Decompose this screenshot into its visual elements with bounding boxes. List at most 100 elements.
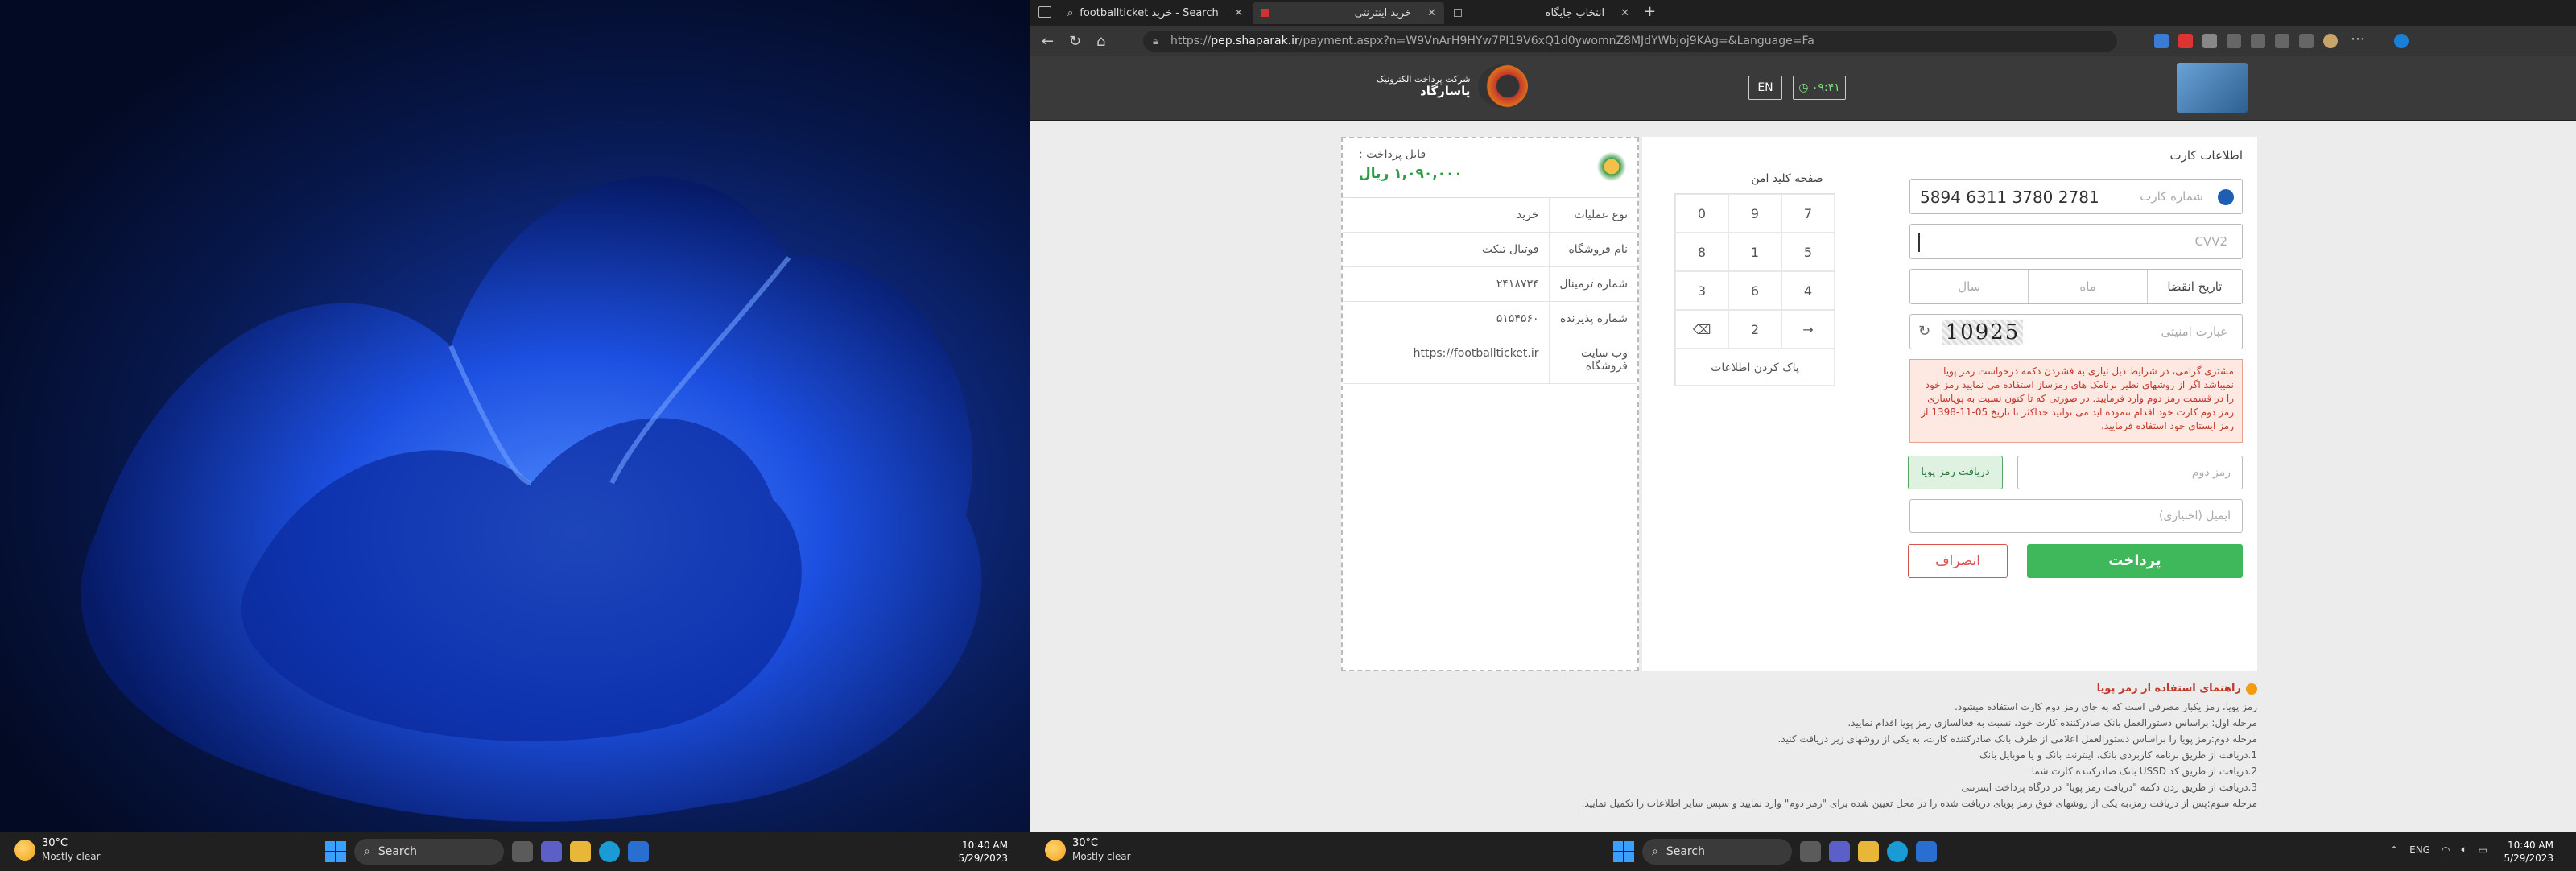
weather-desc: Mostly clear xyxy=(42,851,101,862)
battery-icon[interactable]: ▭ xyxy=(2479,844,2487,856)
start-icon[interactable] xyxy=(325,841,346,862)
keypad-key[interactable]: 5 xyxy=(1781,233,1835,271)
chevron-up-icon[interactable]: ⌃ xyxy=(2390,844,2398,856)
extension-icon[interactable] xyxy=(2178,34,2193,48)
task-view-icon[interactable] xyxy=(1800,841,1821,862)
edge-icon[interactable] xyxy=(1887,841,1908,862)
tab-search[interactable]: ⌕ footballticket خرید - Search ✕ xyxy=(1059,2,1251,24)
tab-actions-icon[interactable] xyxy=(1038,6,1051,18)
guide-title: راهنمای استفاده از رمز پویا xyxy=(2096,683,2241,695)
row-label: شماره پذیرنده xyxy=(1548,301,1637,336)
teams-icon[interactable] xyxy=(541,841,562,862)
keypad-key[interactable]: 0 xyxy=(1675,194,1728,233)
keypad-key[interactable]: 6 xyxy=(1728,271,1781,310)
pay-button[interactable]: پرداخت xyxy=(2027,544,2243,578)
copilot-icon[interactable] xyxy=(2394,34,2409,48)
moon-icon xyxy=(1045,840,1066,861)
file-explorer-icon[interactable] xyxy=(570,841,591,862)
keypad-enter-key[interactable]: → xyxy=(1781,310,1835,349)
back-icon[interactable]: ← xyxy=(1042,33,1054,50)
tab-title: footballticket خرید - Search xyxy=(1080,6,1219,19)
favicon-icon xyxy=(1261,9,1269,17)
volume-icon[interactable]: 🔈︎ xyxy=(2461,844,2467,856)
card-number-value: 5894 6311 3780 2781 xyxy=(1920,188,2099,207)
file-explorer-icon[interactable] xyxy=(1858,841,1879,862)
keypad-key[interactable]: 2 xyxy=(1728,310,1781,349)
keypad-key[interactable]: 7 xyxy=(1781,194,1835,233)
tab-seat-selection[interactable]: انتخاب جایگاه ✕ xyxy=(1446,2,1637,24)
lock-icon: 🔒︎ xyxy=(1153,35,1158,47)
card-info-form: اطلاعات کارت شماره کارت 5894 6311 3780 2… xyxy=(1642,137,2257,671)
store-icon[interactable] xyxy=(628,841,649,862)
language-indicator[interactable]: ENG xyxy=(2409,844,2430,856)
url-host: pep.shaparak.ir xyxy=(1211,35,1299,47)
row-value: خرید xyxy=(1343,198,1549,233)
refresh-captcha-icon[interactable]: ↻ xyxy=(1918,323,1930,340)
teams-icon[interactable] xyxy=(1829,841,1850,862)
clock-date: 5/29/2023 xyxy=(958,852,1008,864)
right-monitor: ⌕ footballticket خرید - Search ✕ خرید ای… xyxy=(1030,0,2576,871)
collections-icon[interactable] xyxy=(2275,34,2289,48)
keypad-key[interactable]: 4 xyxy=(1781,271,1835,310)
email-input[interactable]: ایمیل (اختیاری) xyxy=(1909,499,2243,533)
wifi-icon[interactable]: ◠ xyxy=(2442,844,2450,856)
expiry-month-input[interactable]: ماه xyxy=(2028,270,2146,303)
search-icon: ⌕ xyxy=(1652,845,1658,858)
psp-logo: شرکت پرداخت الکترونیک پاسارگاد xyxy=(1377,64,1529,108)
captcha-input[interactable]: عبارت امنیتی 10925 ↻ xyxy=(1909,314,2243,349)
close-icon[interactable]: ✕ xyxy=(1427,7,1436,19)
keypad-key[interactable]: 3 xyxy=(1675,271,1728,310)
taskbar-clock[interactable]: 10:40 AM 5/29/2023 xyxy=(958,839,1008,865)
new-tab-icon[interactable]: + xyxy=(1644,3,1656,20)
page-banner: شرکت پرداخت الکترونیک پاسارگاد EN ◷ ۰۹:۴… xyxy=(1030,56,2576,121)
expiry-year-input[interactable]: سال xyxy=(1910,270,2028,303)
close-icon[interactable]: ✕ xyxy=(1234,7,1243,19)
language-en-button[interactable]: EN xyxy=(1748,76,1782,100)
edge-icon[interactable] xyxy=(599,841,620,862)
card-number-input[interactable]: شماره کارت 5894 6311 3780 2781 xyxy=(1909,179,2243,214)
keypad-key[interactable]: 1 xyxy=(1728,233,1781,271)
search-label: Search xyxy=(1666,845,1705,858)
home-icon[interactable]: ⌂ xyxy=(1096,33,1105,50)
keypad-key[interactable]: 9 xyxy=(1728,194,1781,233)
keypad-clear-button[interactable]: پاک کردن اطلاعات xyxy=(1675,349,1835,386)
merchant-logo xyxy=(1596,148,1628,185)
refresh-icon[interactable]: ↻ xyxy=(1069,33,1081,50)
profile-avatar[interactable] xyxy=(2323,34,2338,48)
extensions-icon[interactable] xyxy=(2299,34,2314,48)
start-icon[interactable] xyxy=(1613,841,1634,862)
taskbar-search[interactable]: ⌕ Search xyxy=(354,839,504,865)
weather-temp: 30°C xyxy=(42,837,68,849)
cancel-button[interactable]: انصراف xyxy=(1908,544,2008,578)
request-dynamic-pin-button[interactable]: دریافت رمز پویا xyxy=(1908,456,2003,489)
weather-widget[interactable]: 30°C Mostly clear xyxy=(14,837,101,863)
store-icon[interactable] xyxy=(1916,841,1937,862)
more-icon[interactable]: ⋯ xyxy=(2351,31,2365,47)
taskbar-clock[interactable]: 10:40 AM 5/29/2023 xyxy=(2504,839,2553,865)
url-path: /payment.aspx?n=W9VnArH9HYw7PI19V6xQ1d0y… xyxy=(1298,35,1814,47)
favicon-icon xyxy=(1454,9,1462,17)
receipt-table: نوع عملیات خرید نام فروشگاه فوتبال تیکت شم… xyxy=(1343,198,1637,384)
shield-icon[interactable] xyxy=(2202,34,2217,48)
tab-internet-purchase[interactable]: خرید اینترنتی ✕ xyxy=(1253,2,1444,24)
keypad-key[interactable]: 8 xyxy=(1675,233,1728,271)
weather-widget[interactable]: 30°C Mostly clear xyxy=(1045,837,1131,863)
close-icon[interactable]: ✕ xyxy=(1620,7,1629,19)
payment-page: شرکت پرداخت الکترونیک پاسارگاد EN ◷ ۰۹:۴… xyxy=(1030,56,2576,832)
taskbar-search[interactable]: ⌕ Search xyxy=(1642,839,1792,865)
extension-icon[interactable] xyxy=(2227,34,2241,48)
task-view-icon[interactable] xyxy=(512,841,533,862)
row-value: ۲۴۱۸۷۳۴ xyxy=(1343,266,1549,302)
guide-line: 2.دریافت از طریق کد USSD بانک صادرکننده … xyxy=(2031,766,2257,777)
taskbar-center: ⌕ Search xyxy=(1613,839,1937,865)
favorites-icon[interactable] xyxy=(2251,34,2265,48)
second-pin-input[interactable]: رمز دوم xyxy=(2017,456,2243,489)
keypad-backspace-key[interactable]: ⌫ xyxy=(1675,310,1728,349)
pin2-placeholder: رمز دوم xyxy=(2191,466,2231,479)
guide-line: 1.دریافت از طریق برنامه کاربردی بانک، ای… xyxy=(1979,749,2257,761)
url-input[interactable]: 🔒︎ https://pep.shaparak.ir/payment.aspx?… xyxy=(1143,31,2117,52)
extension-icon[interactable] xyxy=(2154,34,2169,48)
cvv2-input[interactable]: CVV2 xyxy=(1909,224,2243,259)
expiry-label: تاریخ انقضا xyxy=(2146,270,2242,303)
tab-title: خرید اینترنتی xyxy=(1354,6,1412,19)
